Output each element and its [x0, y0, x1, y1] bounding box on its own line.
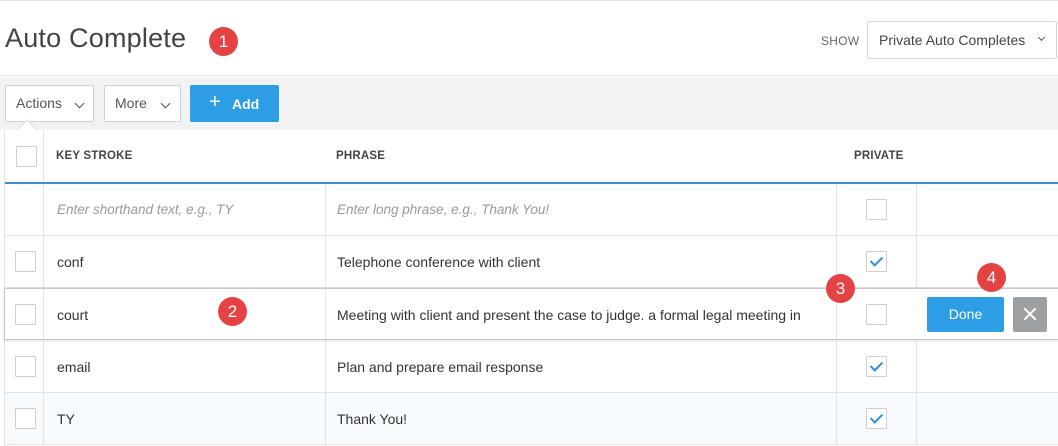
column-header-key-stroke: KEY STROKE [56, 150, 133, 162]
column-divider [836, 184, 837, 235]
chevron-down-icon [74, 98, 85, 109]
add-label: Add [232, 96, 260, 112]
plus-icon: + [209, 91, 221, 113]
private-checkbox[interactable] [866, 408, 887, 429]
phrase-cell: Telephone conference with client [337, 254, 541, 270]
chevron-down-icon [1037, 33, 1046, 42]
column-header-private: PRIVATE [854, 150, 904, 162]
show-filter-value: Private Auto Completes [879, 32, 1026, 48]
column-divider [836, 341, 837, 392]
add-button[interactable]: + Add [190, 85, 279, 122]
annotation-badge-4: 4 [977, 263, 1006, 292]
column-divider [325, 236, 326, 287]
key-stroke-input[interactable]: court [57, 307, 88, 323]
row-select-checkbox[interactable] [15, 356, 36, 377]
close-icon[interactable] [1013, 297, 1047, 332]
private-checkbox[interactable] [866, 356, 887, 377]
autocomplete-table: KEY STROKE PHRASE PRIVATE Enter shorthan… [4, 130, 1058, 446]
table-row[interactable]: conf Telephone conference with client [5, 236, 1058, 288]
page-title: Auto Complete [5, 23, 187, 53]
row-select-checkbox[interactable] [15, 408, 36, 429]
phrase-cell: Plan and prepare email response [337, 359, 544, 375]
column-divider [43, 130, 44, 182]
actions-dropdown[interactable]: Actions [5, 85, 94, 122]
column-divider [325, 289, 326, 339]
key-stroke-input[interactable]: Enter shorthand text, e.g., TY [57, 202, 233, 217]
column-divider [325, 184, 326, 235]
row-select-checkbox[interactable] [15, 251, 36, 272]
actions-label: Actions [16, 95, 62, 111]
table-header: KEY STROKE PHRASE PRIVATE [5, 130, 1058, 184]
new-private-checkbox[interactable] [866, 199, 887, 220]
phrase-input[interactable]: Enter long phrase, e.g., Thank You! [337, 202, 549, 217]
annotation-badge-3: 3 [826, 274, 855, 303]
column-divider [916, 236, 917, 287]
page-header: Auto Complete SHOW Private Auto Complete… [0, 0, 1058, 76]
annotation-badge-1: 1 [209, 27, 238, 56]
more-dropdown[interactable]: More [104, 85, 181, 122]
key-stroke-cell: TY [57, 411, 75, 427]
private-checkbox[interactable] [866, 251, 887, 272]
select-all-checkbox[interactable] [16, 146, 37, 167]
phrase-input[interactable]: Meeting with client and present the case… [337, 307, 801, 323]
show-label: SHOW [821, 34, 860, 48]
column-divider [916, 393, 917, 444]
row-select-checkbox[interactable] [15, 304, 36, 325]
phrase-cell: Thank You! [337, 411, 408, 427]
more-label: More [115, 95, 147, 111]
show-filter-select[interactable]: Private Auto Completes [867, 21, 1057, 59]
column-divider [325, 393, 326, 444]
table-row[interactable]: email Plan and prepare email response [5, 341, 1058, 393]
new-entry-row: Enter shorthand text, e.g., TY Enter lon… [5, 184, 1058, 236]
column-divider [916, 341, 917, 392]
editing-row[interactable]: court Meeting with client and present th… [4, 288, 1058, 340]
column-divider [836, 393, 837, 444]
column-divider [43, 341, 44, 392]
column-divider [43, 393, 44, 444]
column-divider [43, 289, 44, 339]
column-divider [325, 341, 326, 392]
key-stroke-cell: email [57, 359, 91, 375]
private-checkbox[interactable] [866, 304, 887, 325]
annotation-badge-2: 2 [218, 297, 247, 326]
column-header-phrase: PHRASE [336, 150, 386, 162]
done-button[interactable]: Done [927, 297, 1004, 332]
key-stroke-cell: conf [57, 254, 84, 270]
column-divider [43, 184, 44, 235]
toolbar: Actions More + Add [0, 77, 1058, 130]
column-divider [916, 184, 917, 235]
column-divider [43, 236, 44, 287]
chevron-down-icon [160, 98, 171, 109]
table-row[interactable]: TY Thank You! [5, 393, 1058, 445]
